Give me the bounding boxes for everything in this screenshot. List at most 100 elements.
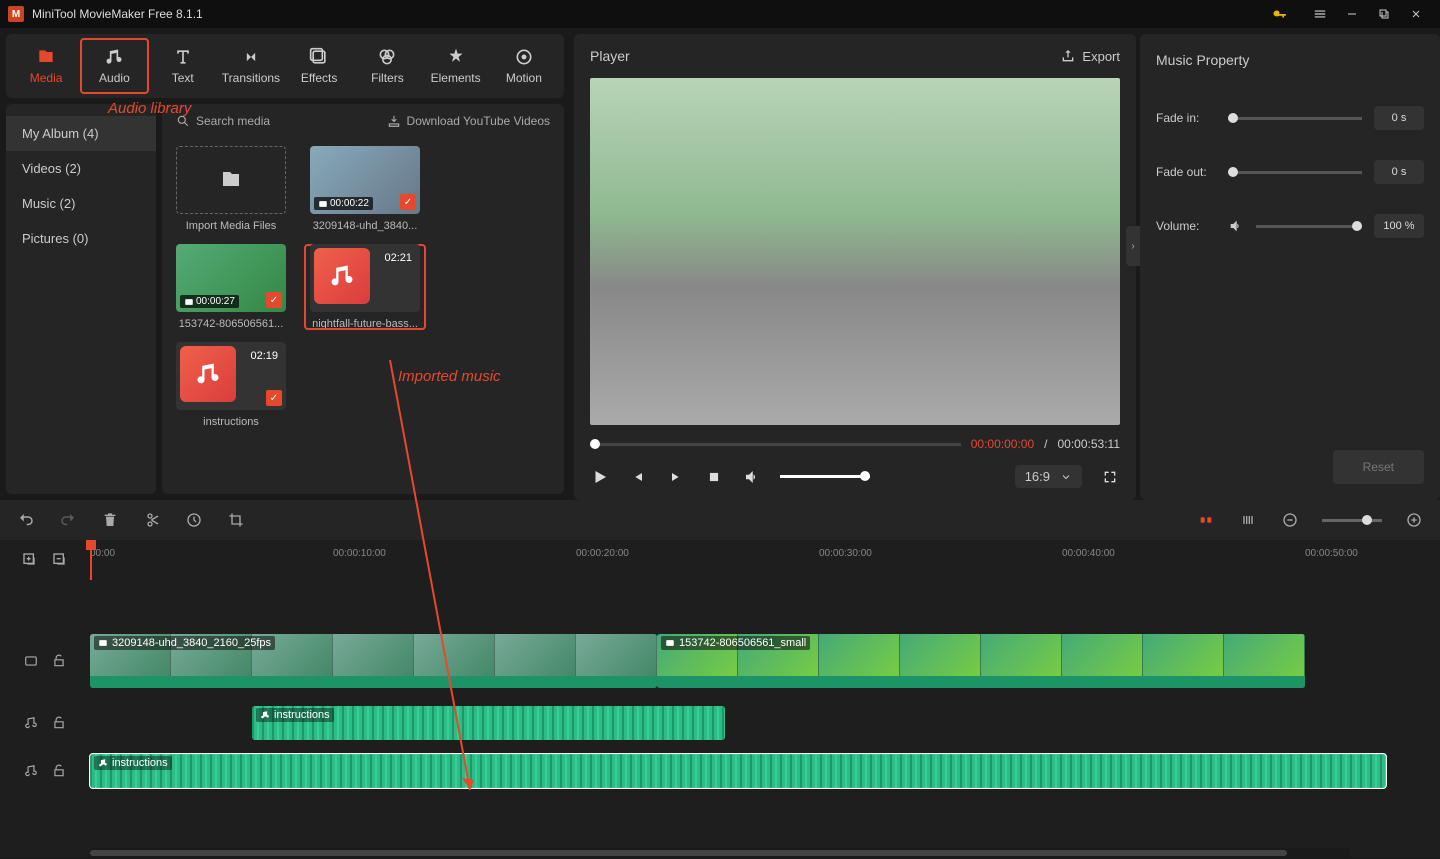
delete-button[interactable]: [100, 510, 120, 530]
tab-motion[interactable]: Motion: [490, 38, 558, 94]
volume-icon[interactable]: [742, 467, 762, 487]
audio-track-icon: [24, 764, 38, 778]
stop-button[interactable]: [704, 467, 724, 487]
fade-out-slider[interactable]: [1228, 171, 1362, 174]
tab-transitions[interactable]: Transitions: [217, 38, 285, 94]
auto-fit-button[interactable]: [1238, 510, 1258, 530]
import-media-tile[interactable]: Import Media Files: [170, 146, 292, 232]
asset-type-tabs: Media Audio Text Transitions Effects Fil…: [6, 34, 564, 98]
volume-value[interactable]: 100 %: [1374, 214, 1424, 238]
sidebar-item-pictures[interactable]: Pictures (0): [6, 221, 156, 256]
sidebar-item-music[interactable]: Music (2): [6, 186, 156, 221]
media-caption: 153742-806506561...: [176, 318, 286, 330]
sidebar-item-videos[interactable]: Videos (2): [6, 151, 156, 186]
album-sidebar: My Album (4) Videos (2) Music (2) Pictur…: [6, 104, 156, 494]
collapse-tracks-icon[interactable]: [52, 552, 68, 568]
speaker-icon: [1228, 218, 1244, 234]
media-item-music[interactable]: 02:19✓ instructions: [170, 342, 292, 428]
tab-effects[interactable]: Effects: [285, 38, 353, 94]
video-preview: [590, 78, 1120, 425]
tab-text-label: Text: [172, 71, 194, 85]
zoom-out-button[interactable]: [1280, 510, 1300, 530]
tab-filters[interactable]: Filters: [353, 38, 421, 94]
unlock-icon[interactable]: [52, 764, 66, 778]
media-duration: 02:21: [384, 252, 412, 264]
media-item-video[interactable]: 00:00:22✓ 3209148-uhd_3840...: [304, 146, 426, 232]
collapse-panel-button[interactable]: ›: [1126, 226, 1140, 266]
ruler-tick: 00:00:20:00: [576, 548, 629, 559]
sidebar-item-myalbum[interactable]: My Album (4): [6, 116, 156, 151]
speed-button[interactable]: [184, 510, 204, 530]
unlock-icon[interactable]: [52, 654, 66, 668]
tab-text[interactable]: Text: [149, 38, 217, 94]
tab-audio-label: Audio: [99, 71, 130, 85]
media-grid: Import Media Files 00:00:22✓ 3209148-uhd…: [162, 138, 564, 436]
music-icon: [260, 710, 270, 720]
redo-button[interactable]: [58, 510, 78, 530]
tab-elements[interactable]: Elements: [422, 38, 490, 94]
properties-title: Music Property: [1140, 34, 1440, 86]
ruler-tick: 00:00:30:00: [819, 548, 872, 559]
media-item-video[interactable]: 00:00:27✓ 153742-806506561...: [170, 244, 292, 330]
chevron-down-icon: [1060, 471, 1072, 483]
tab-transitions-label: Transitions: [222, 71, 280, 85]
audio-track-2: instructions: [0, 750, 1440, 792]
export-icon: [1060, 48, 1076, 64]
timeline-scrollbar[interactable]: [90, 848, 1350, 858]
tab-audio[interactable]: Audio: [80, 38, 148, 94]
fade-in-value[interactable]: 0 s: [1374, 106, 1424, 130]
download-youtube[interactable]: Download YouTube Videos: [387, 114, 550, 128]
audio-clip[interactable]: instructions: [90, 754, 1386, 788]
audio-track-1: instructions: [0, 702, 1440, 744]
properties-panel: › Fade in: 0 s Fade out: 0 s Volume: 100…: [1140, 86, 1440, 500]
next-frame-button[interactable]: [666, 467, 686, 487]
fade-in-slider[interactable]: [1228, 117, 1362, 120]
timeline-ruler[interactable]: 00:00 00:00:10:00 00:00:20:00 00:00:30:0…: [90, 540, 1440, 580]
search-media[interactable]: Search media: [176, 114, 379, 128]
export-button[interactable]: Export: [1060, 48, 1120, 64]
key-icon[interactable]: [1264, 0, 1296, 28]
video-clip[interactable]: 3209148-uhd_3840_2160_25fps: [90, 634, 657, 688]
download-label: Download YouTube Videos: [407, 114, 550, 128]
app-logo: M: [8, 6, 24, 22]
fade-out-label: Fade out:: [1156, 165, 1216, 179]
media-item-music[interactable]: 02:21 nightfall-future-bass...: [304, 244, 426, 330]
crop-button[interactable]: [226, 510, 246, 530]
zoom-in-button[interactable]: [1404, 510, 1424, 530]
play-button[interactable]: [590, 467, 610, 487]
check-icon: ✓: [400, 194, 416, 210]
check-icon: ✓: [266, 390, 282, 406]
aspect-ratio-select[interactable]: 16:9: [1015, 465, 1082, 488]
zoom-slider[interactable]: [1322, 519, 1382, 522]
export-label: Export: [1082, 49, 1120, 64]
fullscreen-button[interactable]: [1100, 467, 1120, 487]
audio-clip[interactable]: instructions: [252, 706, 725, 740]
progress-bar[interactable]: [590, 443, 961, 446]
check-icon: ✓: [266, 292, 282, 308]
menu-icon[interactable]: [1304, 0, 1336, 28]
video-track: 3209148-uhd_3840_2160_25fps 153742-80650…: [0, 630, 1440, 692]
media-caption: nightfall-future-bass...: [310, 318, 420, 330]
add-track-icon[interactable]: [22, 552, 38, 568]
playhead[interactable]: [90, 540, 92, 580]
media-duration: 02:19: [250, 350, 278, 362]
unlock-icon[interactable]: [52, 716, 66, 730]
time-sep: /: [1044, 437, 1047, 451]
music-icon: [98, 758, 108, 768]
fade-out-value[interactable]: 0 s: [1374, 160, 1424, 184]
time-current: 00:00:00:00: [971, 437, 1034, 451]
minimize-button[interactable]: [1336, 0, 1368, 28]
tab-media[interactable]: Media: [12, 38, 80, 94]
magnet-button[interactable]: [1196, 510, 1216, 530]
prev-frame-button[interactable]: [628, 467, 648, 487]
volume-slider[interactable]: [780, 475, 870, 478]
volume-prop-slider[interactable]: [1256, 225, 1362, 228]
maximize-button[interactable]: [1368, 0, 1400, 28]
undo-button[interactable]: [16, 510, 36, 530]
reset-button[interactable]: Reset: [1333, 450, 1424, 484]
close-button[interactable]: [1400, 0, 1432, 28]
video-clip[interactable]: 153742-806506561_small: [657, 634, 1305, 688]
split-button[interactable]: [142, 510, 162, 530]
video-track-icon: [24, 654, 38, 668]
timeline-toolbar: [0, 500, 1440, 540]
